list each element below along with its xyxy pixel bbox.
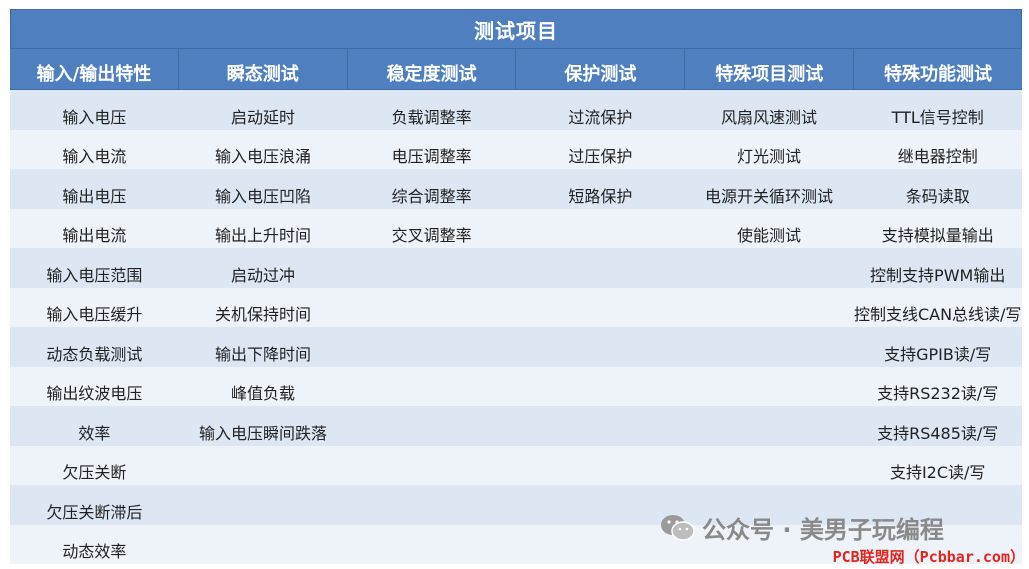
table-cell: 输出电压 (62, 186, 127, 206)
header-io-characteristics: 输入/输出特性 (10, 49, 179, 89)
table-row: 欠压关断 支持I2C读/写 (10, 445, 1022, 486)
table-cell (516, 209, 685, 249)
table-cell (516, 327, 685, 367)
table-cell: 支持RS232读/写 (877, 384, 999, 403)
table-cell: 继电器控制 (897, 147, 978, 166)
table-cell (347, 485, 516, 525)
table-cell: 输入电压凹陷 (215, 186, 312, 206)
table-cell (516, 248, 685, 288)
table-row: 输入电压范围 启动过冲 控制支持PWM输出 (10, 248, 1022, 288)
header-protection-test: 保护测试 (516, 49, 686, 89)
table-cell (347, 327, 516, 367)
table-cell: 电压调整率 (391, 147, 472, 166)
table-cell: 欠压关断 (62, 463, 127, 482)
table-cell (347, 406, 516, 446)
table-cell: 支持RS485读/写 (877, 423, 999, 443)
table-row: 输入电流 输入电压浪涌 电压调整率 过压保护 灯光测试 继电器控制 (10, 129, 1022, 169)
table-cell: 峰值负载 (231, 384, 296, 403)
table-cell: 输出上升时间 (215, 226, 312, 245)
table-cell: 支持I2C读/写 (889, 463, 986, 482)
table-cell: 输出纹波电压 (46, 384, 143, 403)
table-cell: 控制支线CAN总线读/写 (853, 305, 1022, 324)
table-cell: 过压保护 (568, 147, 633, 166)
header-special-item-test: 特殊项目测试 (685, 49, 855, 89)
table-cell: 电源开关循环测试 (705, 186, 834, 206)
table-cell (347, 525, 516, 565)
table-cell (179, 485, 348, 525)
table-body: 输入电压 启动延时 负载调整率 过流保护 风扇风速测试 TTL信号控制输入电流 输入电压浪涌… (10, 90, 1022, 564)
table-row: 输出电压 输入电压凹陷 综合调整率 短路保护 电源开关循环测试 条码读取 (10, 169, 1022, 209)
table-cell (685, 327, 854, 367)
watermark-text: 公众号 · 美男子玩编程 (702, 516, 944, 544)
header-special-function-test: 特殊功能测试 (884, 64, 993, 85)
table-cell: 输出电流 (62, 226, 127, 245)
table-cell: 输入电压瞬间跌落 (199, 423, 328, 443)
table-cell: 过流保护 (568, 107, 633, 127)
table-cell: 支持模拟量输出 (881, 226, 994, 245)
table-row: 输入电压缓升 关机保持时间 控制支线CAN总线读/写 (10, 287, 1022, 328)
table-cell (685, 367, 854, 407)
table-cell: 输入电压浪涌 (215, 147, 312, 166)
table-cell (347, 248, 516, 288)
table-cell: 短路保护 (568, 186, 633, 206)
watermark: 公众号 · 美男子玩编程 (660, 510, 944, 545)
table-cell (685, 288, 854, 328)
table-cell: 动态效率 (62, 542, 127, 561)
table-cell: 负载调整率 (391, 107, 472, 127)
table-cell (516, 288, 685, 328)
table-cell: 风扇风速测试 (721, 107, 818, 127)
header-transient-test: 瞬态测试 (179, 49, 348, 89)
wechat-icon (660, 514, 696, 542)
test-items-table: 测试项目 输入/输出特性 瞬态测试 稳定度测试 保护测试 特殊项目测试 特殊功能… (10, 9, 1022, 564)
table-cell: 综合调整率 (391, 186, 472, 206)
table-cell: 欠压关断滞后 (46, 502, 143, 522)
table-cell: 交叉调整率 (391, 226, 472, 245)
table-cell: 输入电压范围 (46, 265, 143, 285)
table-cell: 输出下降时间 (215, 344, 312, 364)
table-cell (516, 446, 685, 486)
table-cell (347, 367, 516, 407)
table-cell: 动态负载测试 (46, 344, 143, 364)
table-cell: 启动延时 (231, 107, 296, 127)
table-row: 输出纹波电压 峰值负载 支持RS232读/写 (10, 366, 1022, 407)
table-cell (347, 288, 516, 328)
table-cell (516, 406, 685, 446)
table-cell: 支持GPIB读/写 (884, 344, 992, 364)
table-row: 效率 输入电压瞬间跌落 支持RS485读/写 (10, 406, 1022, 446)
table-cell: TTL信号控制 (891, 107, 984, 127)
table-row: 输入电压 启动延时 负载调整率 过流保护 风扇风速测试 TTL信号控制 (10, 90, 1022, 130)
table-cell (179, 525, 348, 565)
table-cell: 灯光测试 (737, 147, 802, 166)
table-cell: 条码读取 (905, 186, 970, 206)
table-cell: 使能测试 (737, 226, 802, 245)
table-header-row: 输入/输出特性 瞬态测试 稳定度测试 保护测试 特殊项目测试 特殊功能测试 (10, 49, 1022, 90)
table-cell: 效率 (78, 423, 111, 443)
table-cell (685, 406, 854, 446)
table-cell (685, 248, 854, 288)
table-cell (347, 446, 516, 486)
table-cell: 输入电压缓升 (46, 305, 143, 324)
site-credit: PCB联盟网（Pcbbar.com） (832, 548, 1025, 566)
table-row: 输出电流 输出上升时间 交叉调整率 使能测试 支持模拟量输出 (10, 208, 1022, 249)
table-title: 测试项目 (10, 9, 1022, 49)
table-cell (516, 367, 685, 407)
table-cell: 输入电压 (62, 107, 127, 127)
table-cell (179, 446, 348, 486)
table-row: 动态负载测试 输出下降时间 支持GPIB读/写 (10, 327, 1022, 367)
table-cell (685, 446, 854, 486)
table-cell: 控制支持PWM输出 (870, 265, 1006, 285)
table-cell: 输入电流 (62, 147, 127, 166)
table-cell: 启动过冲 (231, 265, 296, 285)
header-stability-test: 稳定度测试 (348, 49, 517, 89)
table-cell: 关机保持时间 (215, 305, 312, 324)
